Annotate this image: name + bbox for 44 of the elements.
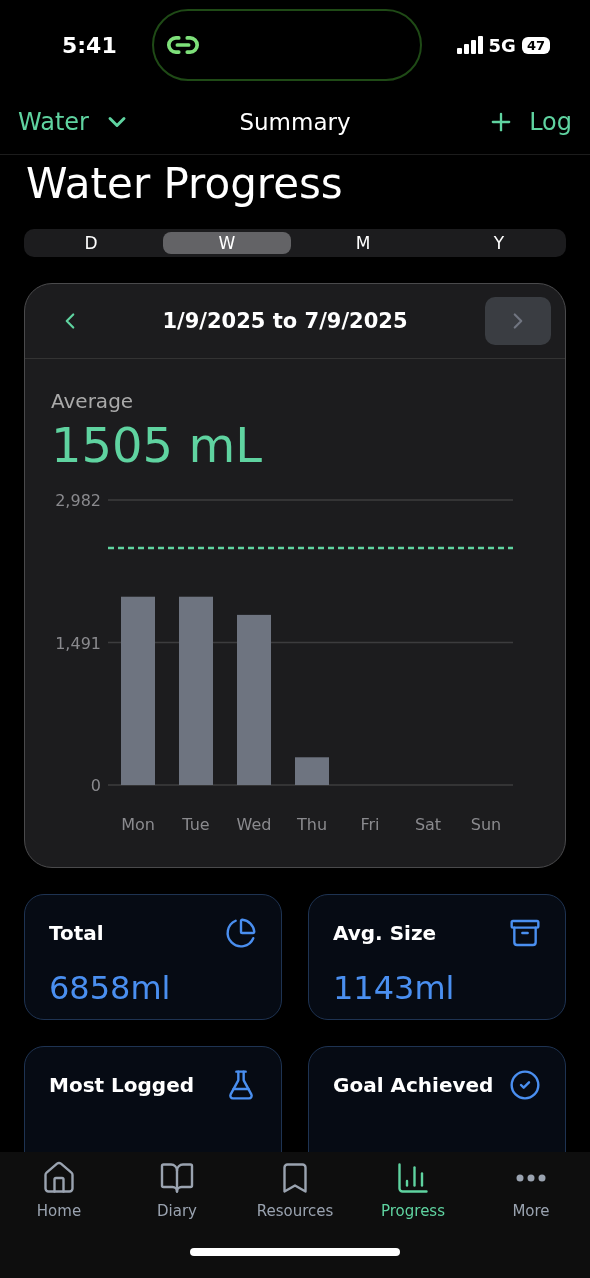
page-title: Water Progress [26, 159, 344, 209]
battery-icon: 47 [521, 36, 550, 54]
tab-item[interactable]: Resources [236, 1160, 354, 1220]
period-tab[interactable]: M [299, 232, 427, 254]
stat-value: 1143ml [333, 969, 456, 1007]
stat-label: Total [49, 921, 104, 945]
date-range: 1/9/2025 to 7/9/2025 [162, 309, 408, 333]
stat-label: Avg. Size [333, 921, 437, 945]
network-label: 5G [488, 34, 516, 56]
time: 5:41 [62, 32, 118, 58]
stat-icon [509, 917, 541, 949]
tab-item[interactable]: Diary [118, 1160, 236, 1220]
average-label: Average [51, 389, 135, 413]
stat-icon [509, 1069, 541, 1101]
tab-item[interactable]: Home [0, 1160, 118, 1220]
axis-label: Fri [360, 815, 380, 834]
tab-item[interactable]: Progress [354, 1160, 472, 1220]
period-tab[interactable]: D [27, 232, 155, 254]
book-icon [159, 1160, 195, 1196]
average-value: 1505 mL [51, 417, 263, 473]
stat-label: Goal Achieved [333, 1073, 494, 1097]
log-button[interactable]: Log [487, 108, 572, 136]
bar-chart-icon [395, 1160, 431, 1196]
axis-label: Thu [296, 815, 328, 834]
stat-label: Most Logged [49, 1073, 195, 1097]
period-tab[interactable]: Y [435, 232, 563, 254]
category-dropdown[interactable]: Water [18, 108, 131, 136]
stat-icon [225, 917, 257, 949]
period-tab[interactable]: W [163, 232, 291, 254]
signal-icon [456, 36, 483, 54]
axis-label: Sun [470, 815, 502, 834]
tab-item[interactable]: More [472, 1160, 590, 1220]
axis-label: Wed [236, 815, 272, 834]
axis-label: 2,982 [55, 491, 101, 510]
bar [295, 757, 329, 785]
axis-label: 0 [90, 776, 101, 795]
axis-label: Mon [121, 815, 155, 834]
axis-label: 1,491 [55, 633, 101, 653]
home-icon [41, 1160, 77, 1196]
axis-label: Tue [182, 815, 210, 834]
stat-value: 6858ml [49, 969, 172, 1007]
axis-label: Sat [414, 815, 442, 834]
more-icon [516, 1174, 546, 1182]
nav-title: Summary [239, 109, 351, 135]
